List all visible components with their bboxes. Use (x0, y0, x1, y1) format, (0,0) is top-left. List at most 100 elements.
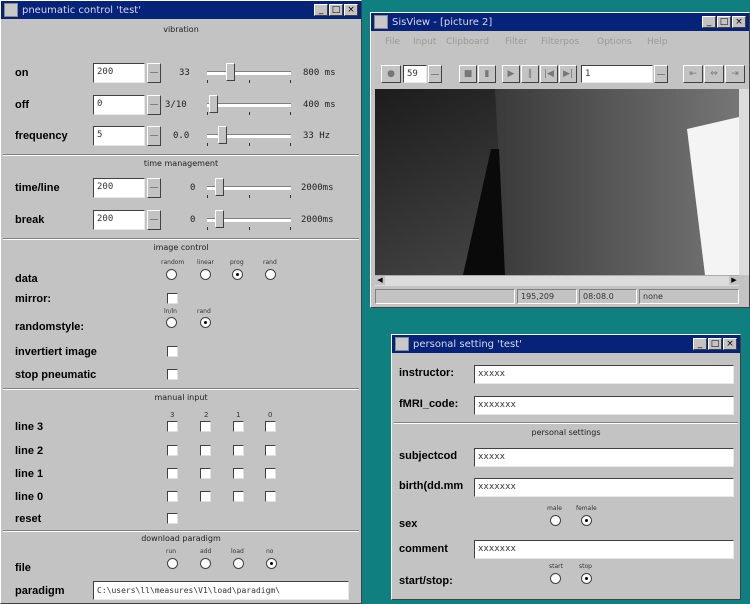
minimize-button[interactable]: _ (693, 338, 707, 350)
file-radio-load[interactable] (233, 558, 244, 569)
start-radio-stop[interactable] (581, 573, 592, 584)
line-0-bit-0[interactable] (265, 491, 276, 502)
reset-checkbox[interactable] (167, 513, 178, 524)
vertical-scrollbar[interactable] (739, 89, 749, 275)
line-1-bit-0[interactable] (265, 468, 276, 479)
menu-input[interactable]: Input (413, 37, 436, 47)
skip-forward-icon[interactable]: ▶| (559, 65, 577, 83)
frequency-input[interactable]: 5 (93, 126, 145, 146)
on-slider-thumb[interactable] (225, 63, 235, 81)
paradigm-path-input[interactable]: C:\users\ll\measures\V1\load\paradigm\ (93, 581, 349, 600)
personal-title-bar[interactable]: personal setting 'test' _ □ × (392, 335, 740, 353)
skip-back-icon[interactable]: |◀ (540, 65, 558, 83)
maximize-button[interactable]: □ (708, 338, 722, 350)
close-button[interactable]: × (723, 338, 737, 350)
timeline-input[interactable]: 200 (93, 178, 145, 198)
break-slider-thumb[interactable] (214, 210, 224, 228)
arrow-right-icon[interactable]: ⇥ (725, 65, 745, 83)
off-slider-track[interactable] (207, 103, 291, 107)
arrow-left-icon[interactable]: ⇤ (683, 65, 703, 83)
data-opt-linear: linear (197, 259, 214, 266)
menu-filter[interactable]: Filter (505, 37, 527, 47)
pause-2-icon[interactable]: ‖ (521, 65, 539, 83)
off-spinner[interactable] (147, 95, 161, 115)
line-1-bit-1[interactable] (233, 468, 244, 479)
data-radio-rand[interactable] (265, 269, 276, 280)
start-radio-start[interactable] (550, 573, 561, 584)
line-2-bit-0[interactable] (265, 445, 276, 456)
section-time-management: time management (143, 159, 219, 168)
data-radio-linear[interactable] (200, 269, 211, 280)
maximize-button[interactable]: □ (717, 16, 731, 28)
data-radio-prog[interactable] (232, 269, 243, 280)
file-radio-run[interactable] (167, 558, 178, 569)
invert-image-checkbox[interactable] (167, 346, 178, 357)
pause-icon[interactable]: ▮ (478, 65, 496, 83)
menu-clipboard[interactable]: Clipboard (446, 37, 489, 47)
on-input[interactable]: 200 (93, 63, 145, 83)
menu-help[interactable]: Help (647, 37, 668, 47)
sex-radio-male[interactable] (550, 515, 561, 526)
mirror-checkbox[interactable] (167, 293, 178, 304)
birth-date-input[interactable]: xxxxxxx (474, 478, 734, 497)
line-1-bit-3[interactable] (167, 468, 178, 479)
page-input[interactable]: 1 (581, 65, 653, 83)
menu-filterpos[interactable]: Filterpos (541, 37, 579, 47)
play-icon[interactable]: ▶ (502, 65, 520, 83)
line-0-bit-3[interactable] (167, 491, 178, 502)
line-3-bit-3[interactable] (167, 421, 178, 432)
birth-date-label: birth(dd.mm (399, 480, 464, 492)
app-icon (4, 3, 18, 17)
arrow-both-icon[interactable]: ⇔ (704, 65, 724, 83)
stop-icon[interactable]: ■ (459, 65, 477, 83)
minimize-button[interactable]: _ (702, 16, 716, 28)
line-0-bit-1[interactable] (233, 491, 244, 502)
frame-spinner[interactable] (428, 65, 442, 83)
scroll-left-icon[interactable]: ◀ (375, 276, 385, 285)
sisview-title-bar[interactable]: SisView - [picture 2] _ □ × (371, 13, 749, 31)
fmri-code-input[interactable]: xxxxxxx (474, 396, 734, 415)
off-slider-thumb[interactable] (208, 95, 218, 113)
line-3-bit-2[interactable] (200, 421, 211, 432)
stop-pneumatic-checkbox[interactable] (167, 369, 178, 380)
comment-input[interactable]: xxxxxxx (474, 540, 734, 559)
line-0-bit-2[interactable] (200, 491, 211, 502)
file-radio-add[interactable] (200, 558, 211, 569)
menu-options[interactable]: Options (597, 37, 632, 47)
close-button[interactable]: × (732, 16, 746, 28)
frame-input[interactable]: 59 (403, 65, 427, 83)
pneumatic-title-bar[interactable]: pneumatic control 'test' _ □ × (1, 1, 361, 19)
file-radio-no[interactable] (266, 558, 277, 569)
data-radio-random[interactable] (166, 269, 177, 280)
line-2-bit-1[interactable] (233, 445, 244, 456)
menu-file[interactable]: File (385, 37, 400, 47)
randomstyle-radio-lnln[interactable] (166, 317, 177, 328)
break-label: break (15, 214, 45, 226)
line-2-bit-3[interactable] (167, 445, 178, 456)
scroll-right-icon[interactable]: ▶ (729, 276, 739, 285)
on-slider-track[interactable] (207, 71, 291, 75)
randomstyle-radio-rand[interactable] (200, 317, 211, 328)
timeline-slider-thumb[interactable] (214, 178, 224, 196)
horizontal-scrollbar[interactable]: ◀ ▶ (375, 275, 739, 286)
timeline-spinner[interactable] (147, 178, 161, 198)
on-spinner[interactable] (147, 63, 161, 83)
subject-code-input[interactable]: xxxxx (474, 448, 734, 467)
record-icon[interactable]: ● (381, 65, 401, 83)
instructor-input[interactable]: xxxxx (474, 365, 734, 384)
off-input[interactable]: 0 (93, 95, 145, 115)
line-2-bit-2[interactable] (200, 445, 211, 456)
frequency-spinner[interactable] (147, 126, 161, 146)
frequency-slider-thumb[interactable] (218, 126, 228, 144)
picture-canvas[interactable] (375, 89, 739, 275)
break-spinner[interactable] (147, 210, 161, 230)
sex-radio-female[interactable] (581, 515, 592, 526)
minimize-button[interactable]: _ (314, 4, 328, 16)
line-1-bit-2[interactable] (200, 468, 211, 479)
line-3-bit-1[interactable] (233, 421, 244, 432)
line-3-bit-0[interactable] (265, 421, 276, 432)
close-button[interactable]: × (344, 4, 358, 16)
page-spinner[interactable] (654, 65, 668, 83)
maximize-button[interactable]: □ (329, 4, 343, 16)
break-input[interactable]: 200 (93, 210, 145, 230)
